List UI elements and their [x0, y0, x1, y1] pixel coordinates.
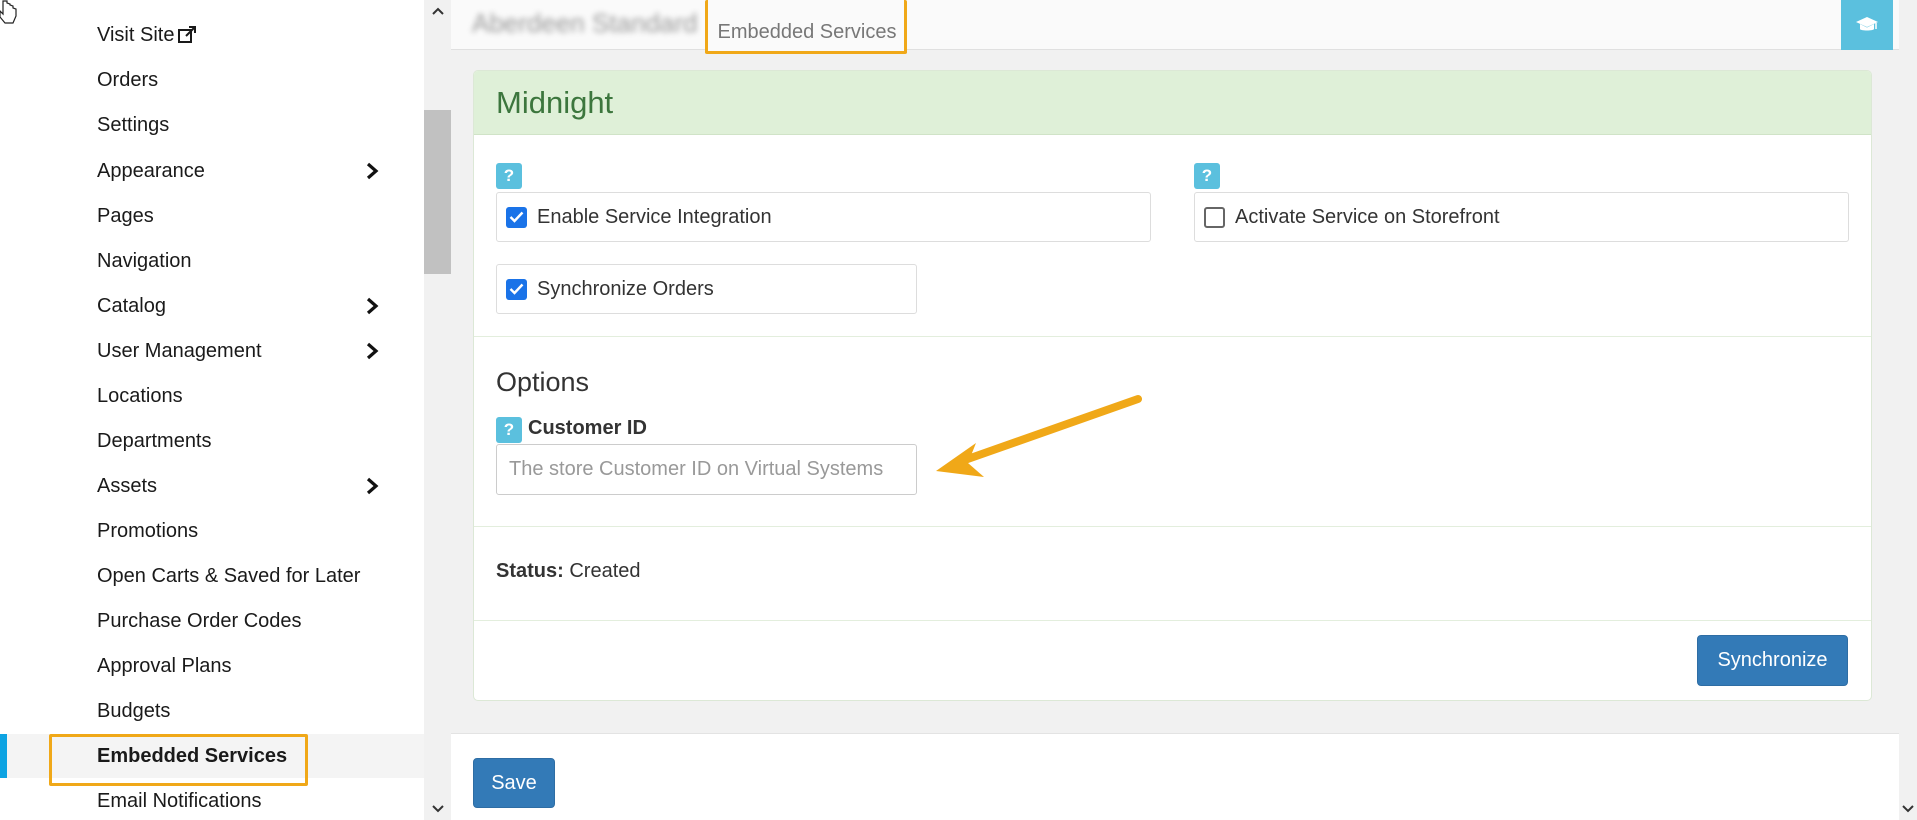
sidebar-item-label: Promotions	[97, 519, 199, 542]
status-line: Status: Created	[496, 560, 641, 583]
sidebar-item-label: Open Carts & Saved for Later	[97, 564, 361, 587]
status-label: Status:	[496, 560, 564, 582]
scroll-up-arrow-icon[interactable]	[424, 0, 451, 22]
sidebar-item-settings[interactable]: Settings	[0, 103, 424, 147]
sidebar-item-visit-site[interactable]: Visit Site	[0, 13, 424, 57]
sidebar-item-label: Appearance	[97, 159, 205, 182]
sidebar-item-label: Purchase Order Codes	[97, 609, 302, 632]
help-icon[interactable]: ?	[496, 417, 522, 443]
customer-id-input[interactable]	[496, 444, 917, 495]
sidebar-item-assets[interactable]: Assets	[0, 464, 424, 508]
sidebar-item-label: Assets	[97, 474, 158, 497]
mouse-cursor-icon	[0, 0, 17, 24]
sidebar-item-departments[interactable]: Departments	[0, 419, 424, 463]
sidebar-item-approval-plans[interactable]: Approval Plans	[0, 644, 424, 688]
sidebar-item-label: Locations	[97, 384, 183, 407]
checkbox-label: Synchronize Orders	[537, 277, 714, 300]
sidebar-item-orders[interactable]: Orders	[0, 58, 424, 102]
sidebar-scroll-thumb[interactable]	[424, 110, 451, 274]
sidebar-item-budgets[interactable]: Budgets	[0, 689, 424, 733]
customer-id-label: Customer ID	[528, 417, 647, 439]
enable-integration-checkbox[interactable]: Enable Service Integration	[496, 192, 1151, 242]
panel-header: Midnight	[474, 71, 1871, 135]
chevron-right-icon	[366, 342, 379, 360]
page-scrollbar[interactable]	[1899, 0, 1917, 820]
divider	[474, 336, 1871, 337]
checkbox-checked-icon[interactable]	[506, 278, 527, 300]
help-icon[interactable]: ?	[1194, 163, 1220, 189]
highlight-callout-sidebar	[49, 734, 308, 786]
sidebar-item-label: Departments	[97, 429, 212, 452]
app-root: Visit Site Orders Settings Appearance Pa…	[0, 0, 1917, 820]
sidebar-item-catalog[interactable]: Catalog	[0, 284, 424, 328]
sidebar-item-locations[interactable]: Locations	[0, 374, 424, 418]
sidebar-item-label: Approval Plans	[97, 654, 232, 677]
sidebar-item-label: Navigation	[97, 249, 192, 272]
help-icon[interactable]: ?	[496, 163, 522, 189]
sync-orders-checkbox[interactable]: Synchronize Orders	[496, 264, 917, 314]
sidebar-item-label: User Management	[97, 339, 262, 362]
graduation-cap-icon	[1856, 17, 1878, 31]
checkbox-checked-icon[interactable]	[506, 206, 527, 228]
footer-bar	[451, 733, 1899, 820]
checkbox-label: Activate Service on Storefront	[1235, 205, 1500, 228]
sidebar-item-label: Orders	[97, 68, 159, 91]
sidebar-item-purchase-order-codes[interactable]: Purchase Order Codes	[0, 599, 424, 643]
panel-title: Midnight	[496, 85, 614, 120]
chevron-right-icon	[366, 162, 379, 180]
checkbox-unchecked-icon[interactable]	[1204, 206, 1225, 228]
options-heading: Options	[496, 367, 590, 397]
service-panel: Midnight ? Enable Service Integration ? …	[473, 70, 1872, 701]
sidebar-item-label: Visit Site	[97, 23, 175, 46]
divider	[474, 620, 1871, 621]
sidebar-item-label: Catalog	[97, 294, 166, 317]
chevron-right-icon	[366, 477, 379, 495]
sidebar-item-appearance[interactable]: Appearance	[0, 149, 424, 193]
sidebar-item-label: Settings	[97, 113, 170, 136]
sidebar-item-navigation[interactable]: Navigation	[0, 239, 424, 283]
chevron-right-icon	[366, 297, 379, 315]
tutorial-button[interactable]	[1841, 0, 1893, 50]
sidebar-item-label: Pages	[97, 204, 154, 227]
scroll-down-arrow-icon[interactable]	[424, 798, 451, 820]
status-value: Created	[569, 560, 641, 582]
sidebar-item-label: Budgets	[97, 699, 171, 722]
sidebar-nav: Visit Site Orders Settings Appearance Pa…	[0, 0, 424, 820]
annotation-arrow-icon	[936, 395, 1142, 477]
store-name: Aberdeen Standard	[472, 8, 698, 38]
external-link-icon	[178, 26, 197, 43]
sidebar-item-promotions[interactable]: Promotions	[0, 509, 424, 553]
save-button[interactable]: Save	[473, 758, 555, 808]
divider	[474, 526, 1871, 527]
page-scroll-down-arrow-icon[interactable]	[1899, 798, 1917, 820]
sidebar-item-label: Email Notifications	[97, 789, 262, 812]
sidebar-item-user-management[interactable]: User Management	[0, 329, 424, 373]
checkbox-label: Enable Service Integration	[537, 205, 772, 228]
sidebar-item-open-carts[interactable]: Open Carts & Saved for Later	[0, 554, 424, 598]
synchronize-button[interactable]: Synchronize	[1697, 635, 1848, 686]
activate-storefront-checkbox[interactable]: Activate Service on Storefront	[1194, 192, 1849, 242]
active-item-marker	[0, 734, 7, 778]
sidebar-item-pages[interactable]: Pages	[0, 194, 424, 238]
highlight-callout-breadcrumb	[705, 0, 907, 54]
